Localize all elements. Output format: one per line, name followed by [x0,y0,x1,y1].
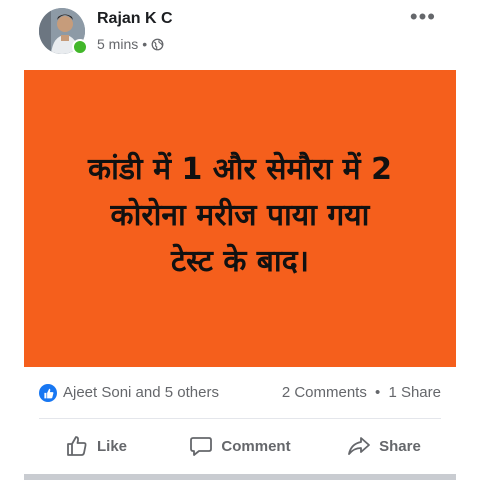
post-meta: 5 mins • [97,36,164,52]
post-author-name[interactable]: Rajan K C [97,10,173,28]
globe-icon[interactable] [151,38,164,51]
like-label: Like [96,437,127,455]
thumbs-up-outline-icon [67,436,87,456]
divider [39,418,441,419]
more-options-icon[interactable]: ••• [410,4,436,30]
engagement-counts: 2 Comments • 1 Share [282,384,441,401]
counts-separator: • [375,384,381,401]
post-header: Rajan K C 5 mins • ••• [24,0,456,70]
feed-separator [24,474,456,480]
share-arrow-icon [348,437,371,455]
post-card: Rajan K C 5 mins • ••• कांडी में 1 और से… [24,0,456,474]
post-actions: Like Comment Share [24,426,456,466]
like-reaction-icon[interactable] [39,384,57,402]
meta-separator: • [142,36,148,52]
thumbs-up-icon [43,388,53,398]
post-stats: Ajeet Soni and 5 others 2 Comments • 1 S… [24,380,456,408]
shares-count[interactable]: 1 Share [388,384,441,401]
post-image[interactable]: कांडी में 1 और सेमौरा में 2 कोरोना मरीज … [24,70,456,367]
online-status-indicator [72,39,88,55]
post-image-text: कांडी में 1 और सेमौरा में 2 कोरोना मरीज … [88,152,392,279]
share-button[interactable]: Share [312,426,456,466]
comment-button[interactable]: Comment [168,426,312,466]
reactors-summary[interactable]: Ajeet Soni and 5 others [63,384,219,401]
share-label: Share [379,437,421,455]
like-button[interactable]: Like [24,426,168,466]
comments-count[interactable]: 2 Comments [282,384,367,401]
comment-bubble-icon [190,437,213,456]
post-timestamp[interactable]: 5 mins [97,36,138,52]
comment-label: Comment [221,437,291,455]
